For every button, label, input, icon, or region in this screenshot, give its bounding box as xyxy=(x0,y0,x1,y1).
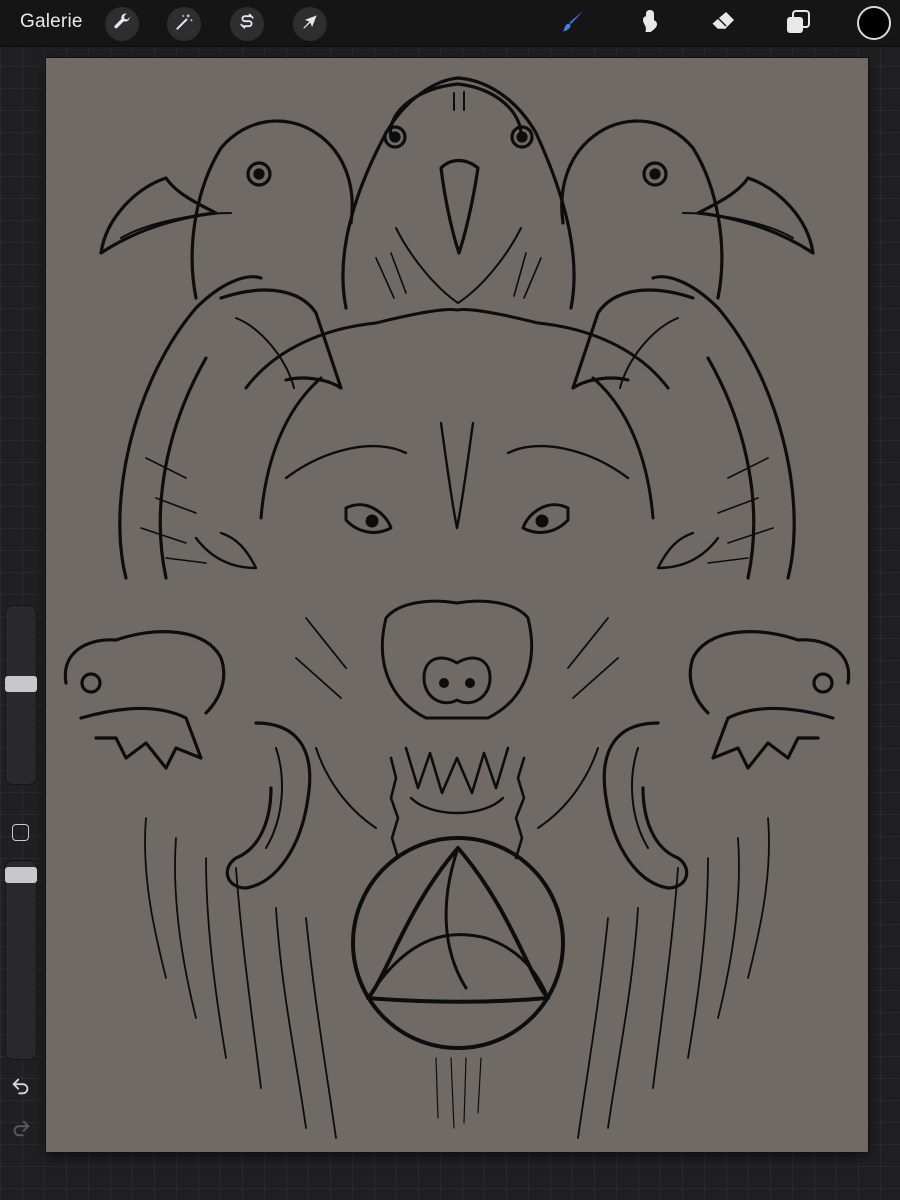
selection-s-icon xyxy=(237,12,257,37)
wrench-icon xyxy=(112,12,132,37)
brush-icon xyxy=(558,8,586,41)
opacity-thumb[interactable] xyxy=(5,867,37,884)
opacity-slider[interactable] xyxy=(5,860,37,1060)
actions-button[interactable] xyxy=(105,7,139,41)
square-modifier-icon[interactable] xyxy=(12,824,29,841)
eraser-icon xyxy=(709,8,737,41)
magic-wand-icon xyxy=(174,12,194,37)
layers-button[interactable] xyxy=(781,7,815,41)
procreate-app: Galerie xyxy=(0,0,900,1200)
redo-button[interactable] xyxy=(8,1117,34,1143)
selection-button[interactable] xyxy=(230,7,264,41)
color-picker-button[interactable] xyxy=(857,6,891,40)
adjustments-button[interactable] xyxy=(167,7,201,41)
lineart-drawing xyxy=(46,58,868,1152)
gallery-button[interactable]: Galerie xyxy=(20,11,83,33)
undo-button[interactable] xyxy=(8,1075,34,1101)
brush-size-slider[interactable] xyxy=(5,605,37,785)
paint-tool-button[interactable] xyxy=(555,7,589,41)
left-sidebar xyxy=(0,600,43,1160)
smudge-tool-button[interactable] xyxy=(633,7,667,41)
top-toolbar: Galerie xyxy=(0,0,900,47)
undo-icon xyxy=(10,1075,32,1102)
arrow-cursor-icon xyxy=(300,12,320,37)
drawing-canvas[interactable] xyxy=(46,58,868,1152)
brush-size-thumb[interactable] xyxy=(5,675,37,692)
smudge-icon xyxy=(636,8,664,41)
layers-icon xyxy=(784,8,812,41)
transform-button[interactable] xyxy=(293,7,327,41)
redo-icon xyxy=(10,1117,32,1144)
erase-tool-button[interactable] xyxy=(706,7,740,41)
